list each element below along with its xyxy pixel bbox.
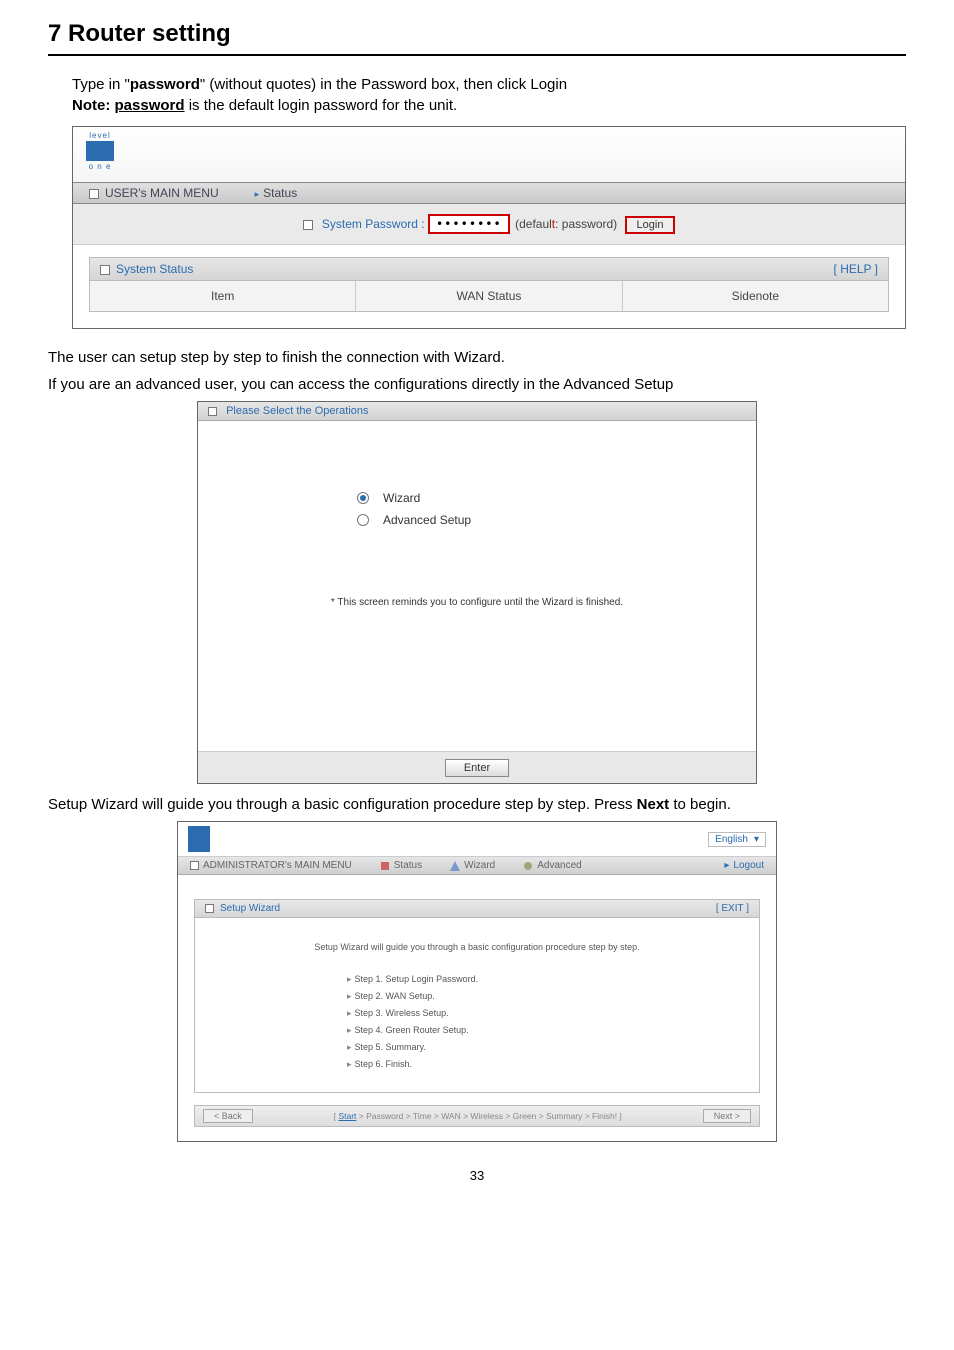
caret-right-icon: ▸ [347, 1042, 352, 1052]
setup-wizard-panel: Setup Wizard [ EXIT ] Setup Wizard will … [194, 899, 760, 1093]
brand-logo: level o n e [83, 131, 117, 171]
menu-admin-main[interactable]: ADMINISTRATOR's MAIN MENU [190, 860, 352, 871]
heading-rule [48, 54, 906, 56]
system-password-label: System Password : [322, 217, 425, 231]
logo-text-bottom: o n e [89, 162, 112, 171]
password-input[interactable]: •••••••• [428, 214, 510, 234]
body-text: The user can setup step by step to finis… [48, 347, 906, 368]
next-word: Next [637, 796, 670, 813]
caret-right-icon: ▸ [347, 1059, 352, 1069]
top-bar: English ▾ [178, 822, 776, 857]
status-icon [380, 861, 390, 871]
breadcrumb-start[interactable]: Start [338, 1111, 356, 1121]
col-item: Item [90, 281, 356, 311]
logo-header: level o n e [73, 127, 905, 183]
menu-status[interactable]: ▸Status [255, 186, 298, 200]
col-wan-status: WAN Status [356, 281, 622, 311]
wizard-steps-list: ▸Step 1. Setup Login Password. ▸Step 2. … [347, 974, 607, 1070]
caret-right-icon: ▸ [347, 974, 352, 984]
radio-advanced-label: Advanced Setup [383, 513, 471, 527]
caret-right-icon: ▸ [347, 1025, 352, 1035]
intro-text: " (without quotes) in the Password box, … [200, 76, 567, 93]
wizard-reminder-note: * This screen reminds you to configure u… [198, 597, 756, 608]
radio-wizard-label: Wizard [383, 491, 420, 505]
screenshot-select-operations: Please Select the Operations Wizard Adva… [197, 401, 757, 784]
col-sidenote: Sidenote [623, 281, 888, 311]
wizard-icon [450, 861, 460, 871]
step-item: ▸Step 6. Finish. [347, 1059, 607, 1070]
menu-advanced[interactable]: Advanced [523, 860, 581, 871]
exit-link[interactable]: [ EXIT ] [716, 903, 749, 914]
caret-right-icon: ▸ [255, 189, 260, 199]
wizard-intro-text: Setup Wizard will guide you through a ba… [195, 942, 759, 952]
screenshot-setup-wizard: English ▾ ADMINISTRATOR's MAIN MENU Stat… [177, 821, 777, 1142]
square-bullet-icon [190, 861, 199, 870]
square-bullet-icon [208, 407, 217, 416]
caret-right-icon: ▸ [724, 860, 729, 871]
admin-menu-bar: ADMINISTRATOR's MAIN MENU Status Wizard … [178, 857, 776, 875]
status-header-row: Item WAN Status Sidenote [90, 281, 888, 311]
page-number: 33 [48, 1168, 906, 1183]
default-hint: (default: password) [515, 217, 617, 231]
step-item: ▸Step 1. Setup Login Password. [347, 974, 607, 985]
help-link[interactable]: [ HELP ] [834, 262, 878, 276]
intro-block: Type in "password" (without quotes) in t… [72, 74, 906, 116]
step-item: ▸Step 2. WAN Setup. [347, 991, 607, 1002]
menu-user-main[interactable]: USER's MAIN MENU [89, 186, 219, 200]
chevron-down-icon: ▾ [754, 834, 759, 845]
logo-block-icon [86, 141, 114, 161]
logo-text-top: level [89, 131, 110, 140]
brand-logo-small [188, 826, 210, 852]
square-bullet-icon [100, 265, 110, 275]
select-operations-title: Please Select the Operations [226, 405, 368, 417]
button-bar: Enter [198, 751, 756, 783]
breadcrumb: [ Start > Password > Time > WAN > Wirele… [334, 1111, 622, 1121]
intro-password-word: password [130, 76, 200, 93]
page-heading: 7 Router setting [48, 20, 906, 48]
caret-right-icon: ▸ [347, 1008, 352, 1018]
radio-wizard[interactable] [357, 492, 369, 504]
square-bullet-icon [303, 220, 313, 230]
wizard-footer: < Back [ Start > Password > Time > WAN >… [194, 1105, 760, 1127]
back-button[interactable]: < Back [203, 1109, 253, 1123]
step-item: ▸Step 3. Wireless Setup. [347, 1008, 607, 1019]
enter-button[interactable]: Enter [445, 759, 509, 777]
login-button[interactable]: Login [625, 216, 676, 234]
note-password-word: password [115, 97, 185, 114]
body-text: Setup Wizard will guide you through a ba… [48, 794, 906, 815]
body-text: If you are an advanced user, you can acc… [48, 374, 906, 395]
main-menu-bar: USER's MAIN MENU ▸Status [73, 183, 905, 204]
system-status-title: System Status [116, 262, 193, 276]
caret-right-icon: ▸ [347, 991, 352, 1001]
radio-advanced-setup[interactable] [357, 514, 369, 526]
menu-wizard[interactable]: Wizard [450, 860, 495, 871]
square-bullet-icon [205, 904, 214, 913]
step-item: ▸Step 5. Summary. [347, 1042, 607, 1053]
system-status-panel: System Status [ HELP ] Item WAN Status S… [89, 257, 889, 312]
note-label: Note: [72, 97, 115, 114]
step-item: ▸Step 4. Green Router Setup. [347, 1025, 607, 1036]
next-button[interactable]: Next > [703, 1109, 751, 1123]
screenshot-login: level o n e USER's MAIN MENU ▸Status Sys… [72, 126, 906, 329]
language-select[interactable]: English ▾ [708, 832, 766, 847]
setup-wizard-title: Setup Wizard [220, 903, 280, 914]
intro-text: Type in " [72, 76, 130, 93]
square-bullet-icon [89, 189, 99, 199]
menu-status[interactable]: Status [380, 860, 422, 871]
password-row: System Password : •••••••• (default: pas… [73, 204, 905, 245]
intro-text: is the default login password for the un… [185, 97, 458, 114]
advanced-icon [523, 861, 533, 871]
operation-radio-group: Wizard Advanced Setup [357, 491, 597, 527]
menu-logout[interactable]: ▸ Logout [724, 860, 764, 871]
